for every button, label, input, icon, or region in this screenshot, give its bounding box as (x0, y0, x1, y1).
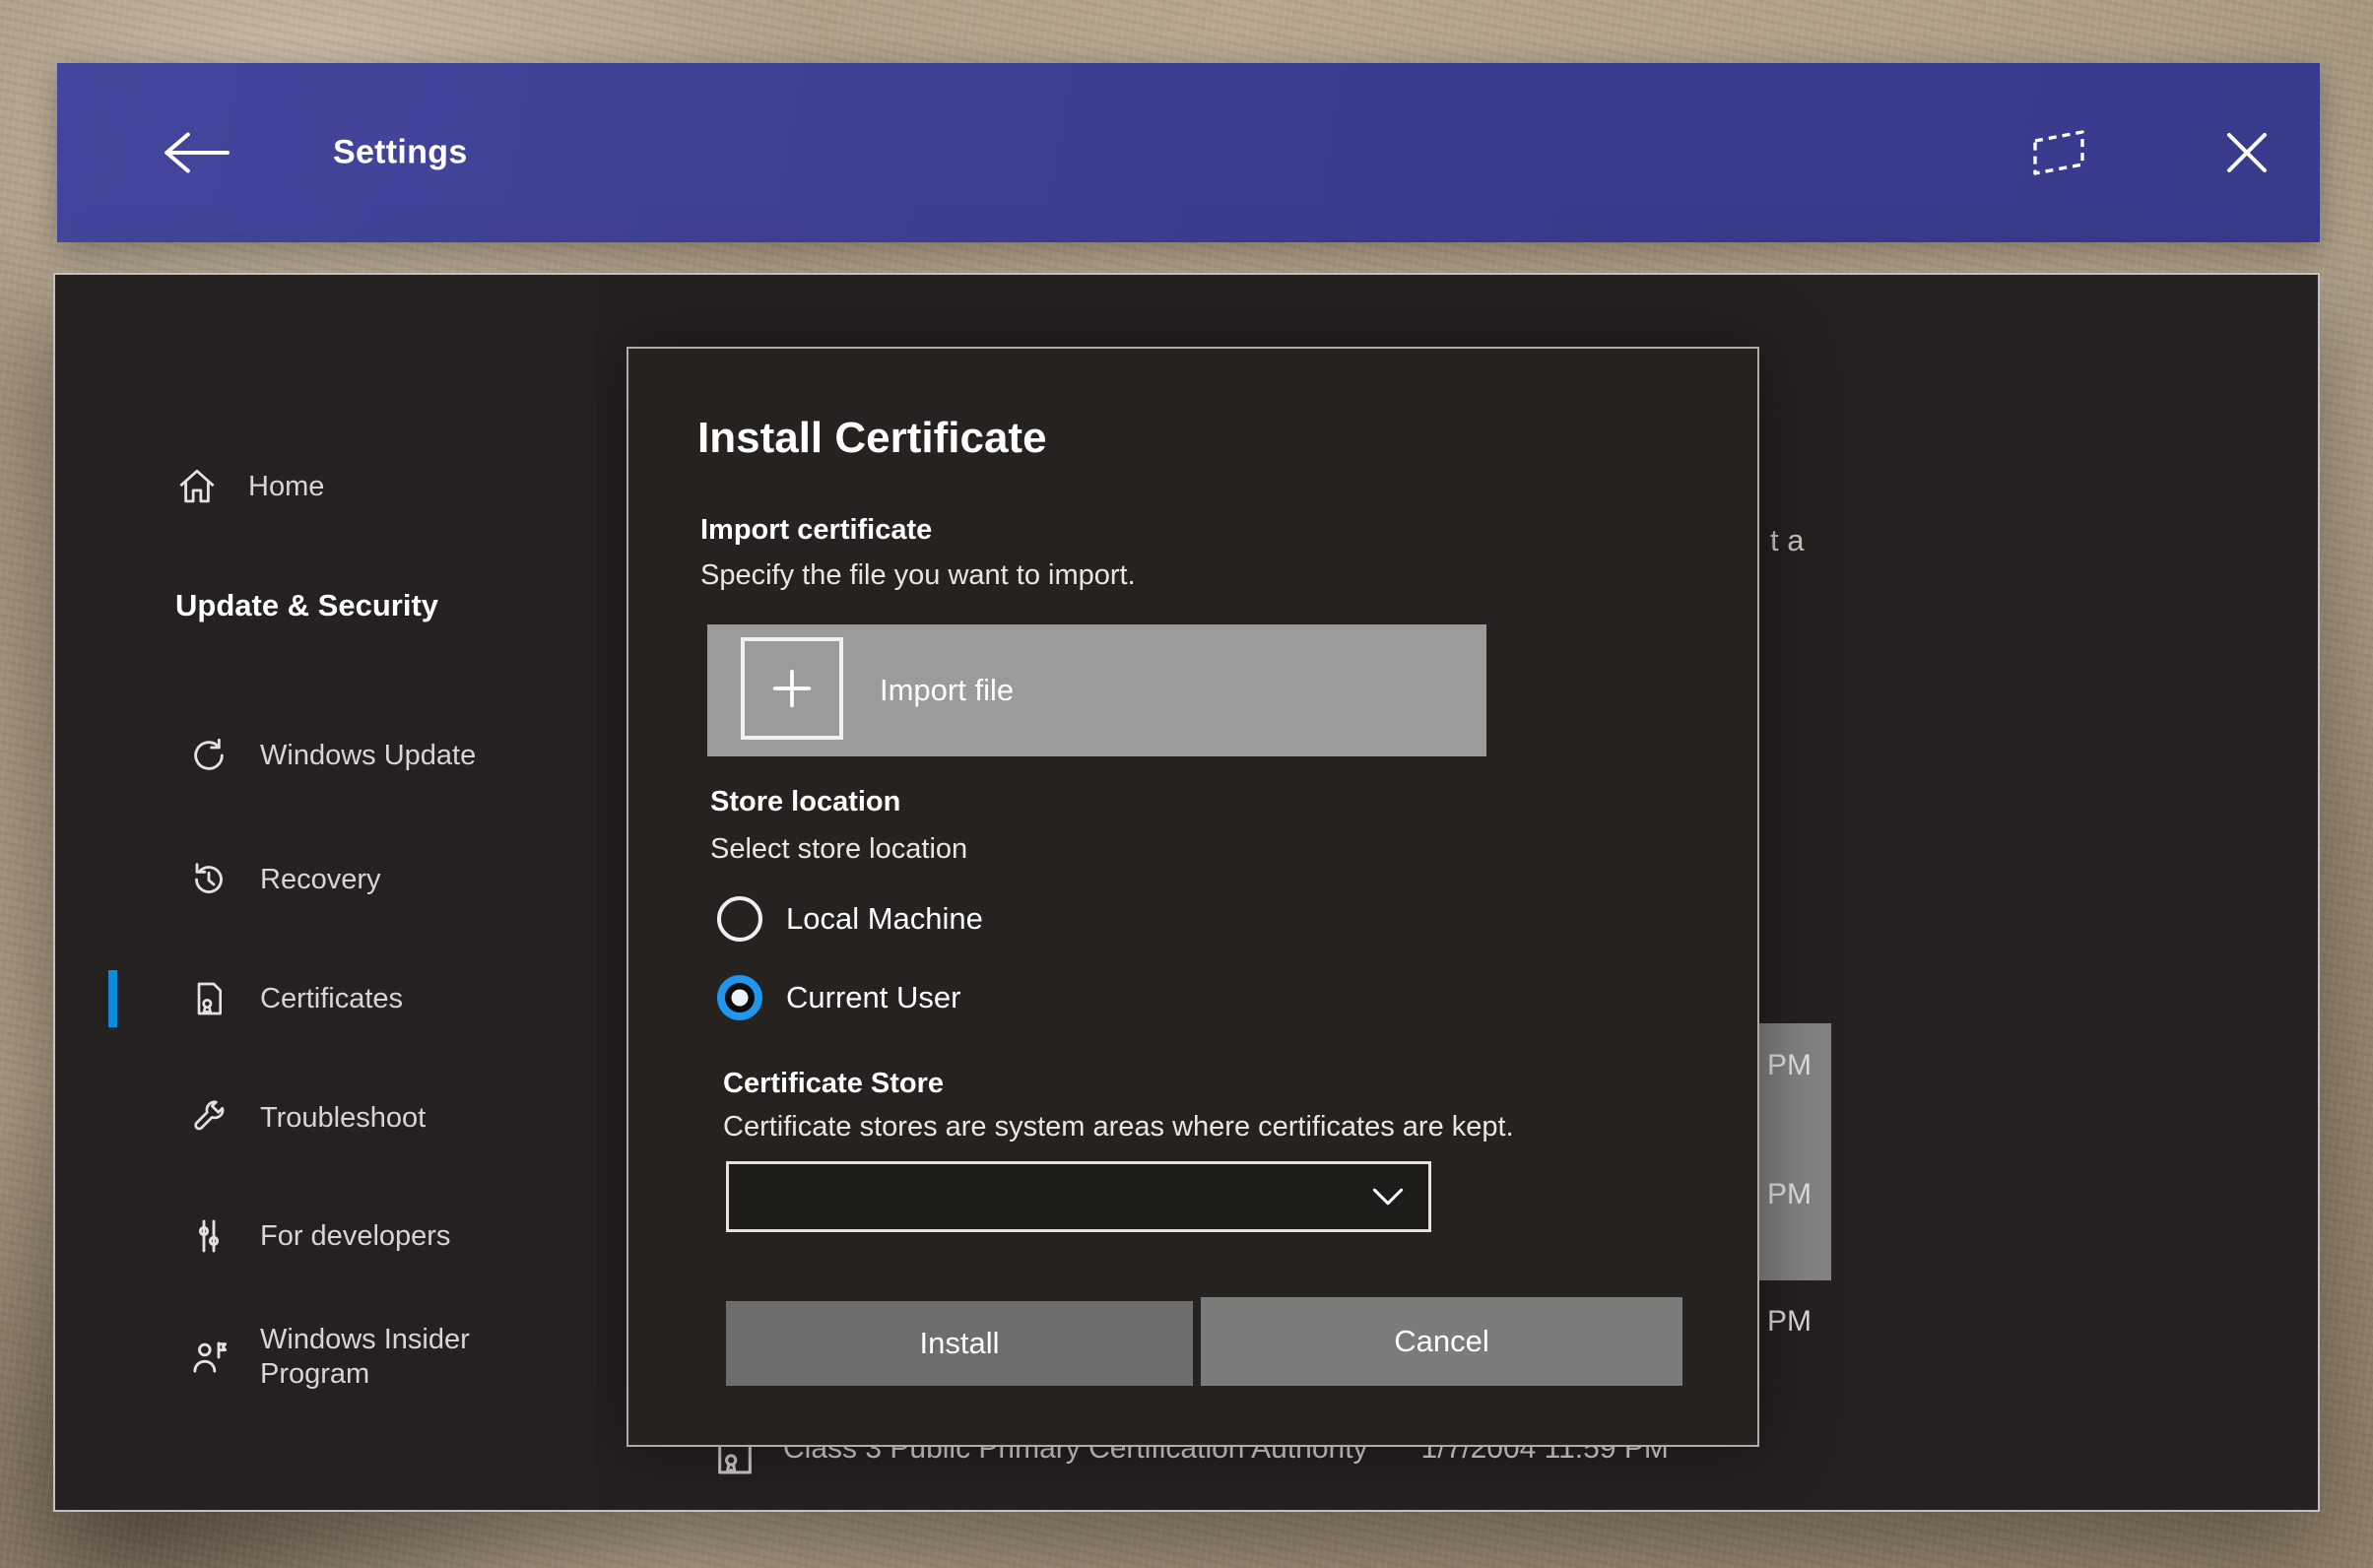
close-button[interactable] (2210, 116, 2283, 189)
cancel-button[interactable]: Cancel (1201, 1297, 1682, 1386)
certificate-time: PM (1767, 1305, 1812, 1338)
radio-label: Local Machine (786, 901, 983, 936)
certificate-icon (187, 979, 231, 1018)
sidebar-item-windows-update[interactable]: Windows Update (55, 722, 596, 789)
dev-sliders-icon (187, 1216, 231, 1256)
settings-window: Home Update & Security Windows Update Re… (53, 273, 2320, 1512)
back-arrow-icon (158, 128, 231, 177)
sidebar-item-label: Windows Update (260, 739, 477, 771)
certificate-store-heading: Certificate Store (723, 1068, 945, 1099)
install-button[interactable]: Install (726, 1301, 1193, 1386)
background-partial-text: t a (1770, 523, 1805, 557)
insider-person-icon (187, 1338, 231, 1377)
sidebar-item-label: Windows Insider Program (260, 1323, 470, 1390)
sidebar-item-recovery[interactable]: Recovery (55, 846, 596, 913)
sidebar-item-label: For developers (260, 1219, 451, 1252)
certificates-page: t a PM PM PM Class 3 Public Primary Cert… (596, 275, 2318, 1510)
radio-local-machine[interactable]: Local Machine (717, 896, 983, 942)
chevron-down-icon (1371, 1186, 1405, 1208)
import-file-button[interactable]: Import file (707, 624, 1486, 756)
radio-current-user[interactable]: Current User (717, 975, 960, 1020)
sync-icon (187, 736, 231, 775)
import-file-label: Import file (880, 673, 1015, 707)
import-certificate-heading: Import certificate (700, 514, 933, 546)
titlebar: Settings (57, 63, 2320, 242)
sidebar-item-for-developers[interactable]: For developers (55, 1203, 596, 1270)
store-location-description: Select store location (710, 833, 968, 865)
mixed-reality-window-icon (2027, 125, 2090, 180)
sidebar-item-label: Recovery (260, 863, 381, 895)
sidebar: Home Update & Security Windows Update Re… (55, 275, 596, 1510)
radio-unselected-icon (717, 896, 762, 942)
sidebar-item-label: Home (248, 470, 325, 502)
certificate-time: PM (1767, 1049, 1812, 1081)
import-certificate-description: Specify the file you want to import. (700, 559, 1136, 591)
sidebar-item-certificates[interactable]: Certificates (55, 965, 596, 1032)
plus-icon (741, 637, 843, 740)
dialog-title: Install Certificate (697, 414, 1047, 462)
radio-selected-icon (717, 975, 762, 1020)
certificate-time: PM (1767, 1178, 1812, 1210)
store-location-heading: Store location (710, 786, 901, 817)
history-icon (187, 860, 231, 899)
sidebar-section-title: Update & Security (175, 588, 439, 622)
back-button[interactable] (148, 118, 240, 187)
close-icon (2220, 126, 2274, 179)
window-mode-button[interactable] (2017, 115, 2100, 190)
sidebar-item-label: Troubleshoot (260, 1101, 427, 1134)
certificate-store-dropdown[interactable] (726, 1161, 1431, 1232)
sidebar-item-troubleshoot[interactable]: Troubleshoot (55, 1084, 596, 1151)
home-icon (175, 466, 219, 507)
sidebar-item-label: Certificates (260, 982, 404, 1014)
sidebar-item-windows-insider-program[interactable]: Windows Insider Program (55, 1303, 596, 1411)
wrench-icon (187, 1098, 231, 1138)
app-title: Settings (333, 133, 468, 171)
radio-label: Current User (786, 980, 961, 1014)
sidebar-item-home[interactable]: Home (55, 453, 596, 520)
certificate-store-description: Certificate stores are system areas wher… (723, 1111, 1514, 1143)
install-certificate-dialog: Install Certificate Import certificate S… (626, 347, 1759, 1447)
